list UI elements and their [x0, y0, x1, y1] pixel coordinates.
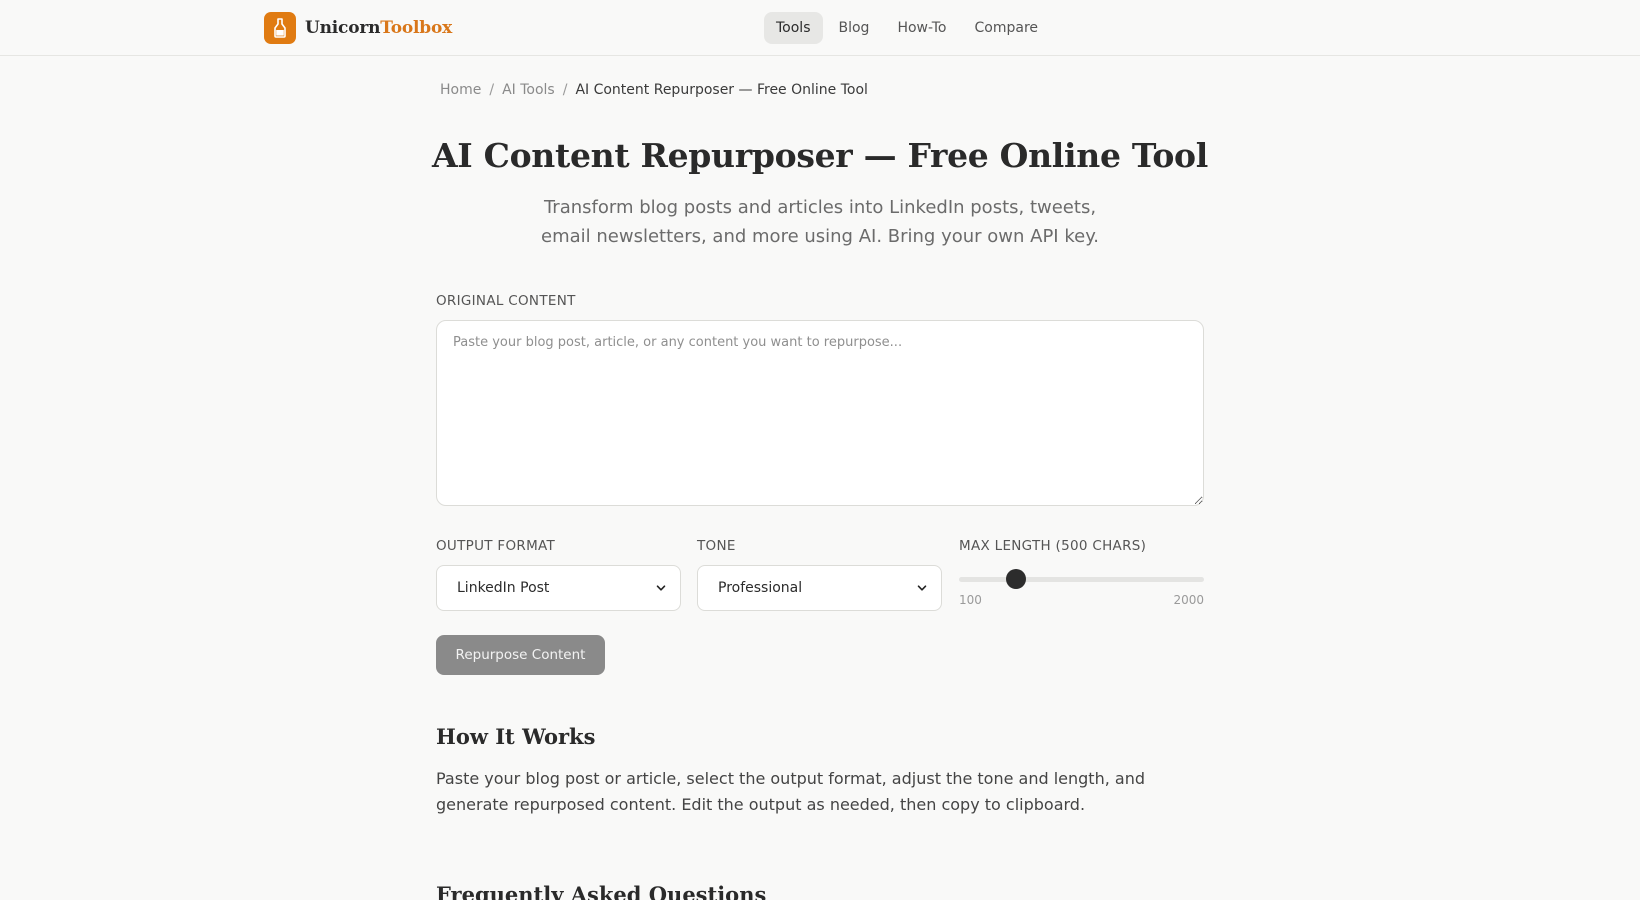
slider-thumb[interactable]: [1006, 569, 1027, 589]
max-length-label: MAX LENGTH (500 CHARS): [959, 538, 1147, 554]
chevron-down-icon: [656, 585, 666, 591]
breadcrumb-home[interactable]: Home: [440, 82, 481, 98]
repurpose-content-button[interactable]: Repurpose Content: [436, 635, 605, 675]
slider-min-label: 100: [959, 593, 982, 607]
output-format-select[interactable]: LinkedIn Post: [436, 565, 681, 611]
page-subtitle: Transform blog posts and articles into L…: [541, 197, 1099, 247]
output-format-label: OUTPUT FORMAT: [436, 538, 556, 554]
nav-compare[interactable]: Compare: [963, 12, 1051, 44]
tone-value: Professional: [718, 580, 803, 596]
breadcrumb-current: AI Content Repurposer — Free Online Tool: [575, 82, 868, 98]
max-length-slider[interactable]: [959, 566, 1204, 592]
output-format-value: LinkedIn Post: [457, 580, 550, 596]
chevron-down-icon: [917, 585, 927, 591]
brand-name: UnicornToolbox: [305, 18, 452, 38]
tone-label: TONE: [697, 538, 736, 554]
slider-max-label: 2000: [1173, 593, 1204, 607]
breadcrumb-ai-tools[interactable]: AI Tools: [502, 82, 555, 98]
brand-name-part2: Toolbox: [380, 18, 453, 38]
nav-blog[interactable]: Blog: [827, 12, 882, 44]
breadcrumb-separator: /: [489, 82, 495, 98]
brand-name-part1: Unicorn: [305, 18, 381, 38]
nav-tools[interactable]: Tools: [764, 12, 823, 44]
breadcrumb-separator: /: [562, 82, 568, 98]
original-content-input[interactable]: [436, 320, 1204, 506]
tone-select[interactable]: Professional: [697, 565, 942, 611]
main-nav: Tools Blog How-To Compare: [764, 12, 1054, 44]
slider-track: [959, 577, 1204, 582]
bottle-icon: [264, 12, 296, 44]
page-title: AI Content Repurposer — Free Online Tool: [432, 136, 1208, 175]
site-header: UnicornToolbox Tools Blog How-To Compare: [0, 0, 1640, 56]
logo[interactable]: UnicornToolbox: [264, 12, 452, 44]
faq-heading: Frequently Asked Questions: [436, 882, 767, 900]
how-it-works-heading: How It Works: [436, 724, 596, 749]
original-content-label: ORIGINAL CONTENT: [436, 293, 576, 309]
breadcrumb: Home / AI Tools / AI Content Repurposer …: [440, 82, 868, 98]
nav-how-to[interactable]: How-To: [885, 12, 958, 44]
how-it-works-text: Paste your blog post or article, select …: [436, 769, 1145, 814]
